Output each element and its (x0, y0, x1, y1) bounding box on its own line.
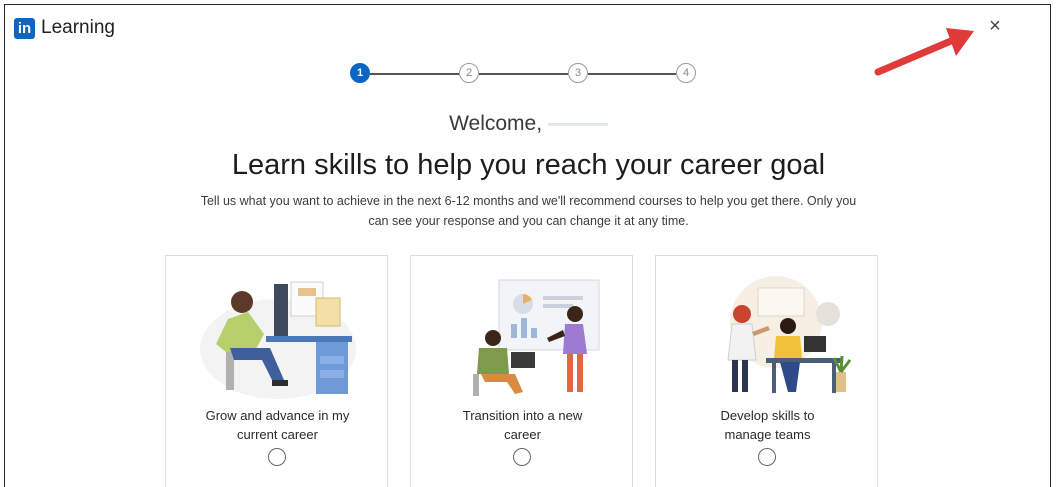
option-card-grow-career[interactable]: Grow and advance in my current career (165, 255, 388, 487)
page-description: Tell us what you want to achieve in the … (200, 194, 857, 228)
presentation-illustration-icon (473, 279, 600, 396)
close-icon[interactable]: × (985, 16, 1005, 36)
annotation-arrow-icon (874, 28, 974, 76)
stepper-connector (370, 73, 459, 75)
option-radio[interactable] (758, 448, 776, 466)
team-meeting-illustration-icon (727, 276, 852, 393)
option-label: Transition into a new career (462, 408, 583, 442)
user-name-redacted (547, 122, 608, 126)
linkedin-logo-icon: in (14, 17, 35, 39)
page-title: Learn skills to help you reach your care… (231, 149, 826, 181)
stepper-connector (588, 73, 676, 75)
step-4: 4 (676, 63, 696, 83)
app-name: Learning (41, 17, 115, 38)
option-card-transition-career[interactable]: Transition into a new career (410, 255, 633, 487)
welcome-text: Welcome, (449, 112, 543, 135)
welcome-message: Welcome, (0, 112, 1057, 136)
progress-stepper: 1 2 3 4 (350, 63, 696, 87)
option-radio[interactable] (513, 448, 531, 466)
linkedin-learning-brand: in Learning (14, 17, 115, 39)
option-card-manage-teams[interactable]: Develop skills to manage teams (655, 255, 878, 487)
option-radio[interactable] (268, 448, 286, 466)
option-label: Develop skills to manage teams (720, 408, 815, 442)
option-label: Grow and advance in my current career (205, 408, 350, 442)
stepper-connector (479, 73, 568, 75)
step-1: 1 (350, 63, 370, 83)
desk-worker-illustration-icon (200, 281, 356, 399)
step-3: 3 (568, 63, 588, 83)
step-2: 2 (459, 63, 479, 83)
